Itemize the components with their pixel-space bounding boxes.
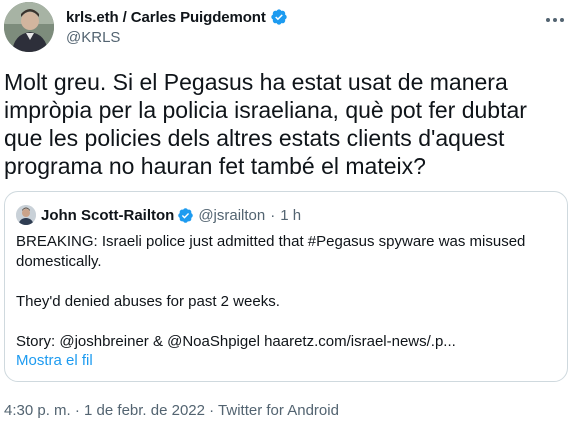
author-name-row: krls.eth / Carles Puigdemont xyxy=(66,8,288,26)
show-thread-link[interactable]: Mostra el fil xyxy=(16,352,93,369)
quoted-line: BREAKING: Israeli police just admitted t… xyxy=(16,233,526,270)
quoted-line: Story: @joshbreiner & @NoaShpigel haaret… xyxy=(16,333,456,350)
author-avatar[interactable] xyxy=(4,2,54,52)
quoted-timestamp: 1 h xyxy=(280,206,302,224)
quoted-tweet-body: BREAKING: Israeli police just admitted t… xyxy=(16,232,556,352)
tweet-header: krls.eth / Carles Puigdemont @KRLS xyxy=(0,0,576,64)
verified-badge-icon xyxy=(178,207,194,223)
tweet-metadata: 4:30 p. m. · 1 de febr. de 2022 · Twitte… xyxy=(4,402,339,419)
tweet-time[interactable]: 4:30 p. m. xyxy=(4,402,71,419)
author-handle[interactable]: @KRLS xyxy=(66,29,288,46)
tweet-text: Molt greu. Si el Pegasus ha estat usat d… xyxy=(4,69,527,179)
tweet-source[interactable]: Twitter for Android xyxy=(218,402,339,419)
quoted-separator: · xyxy=(270,206,276,224)
quoted-tweet-card[interactable]: John Scott-Railton @jsrailton · 1 h BREA… xyxy=(4,191,568,382)
tweet-date[interactable]: 1 de febr. de 2022 xyxy=(84,402,205,419)
quoted-line: They'd denied abuses for past 2 weeks. xyxy=(16,293,280,310)
quoted-author-avatar xyxy=(16,205,36,225)
meta-separator: · xyxy=(204,402,219,419)
author-display-name[interactable]: krls.eth / Carles Puigdemont xyxy=(66,9,266,26)
author-block: krls.eth / Carles Puigdemont @KRLS xyxy=(66,8,288,46)
meta-separator: · xyxy=(70,402,85,419)
more-options-icon[interactable] xyxy=(540,10,570,30)
quoted-tweet-header: John Scott-Railton @jsrailton · 1 h xyxy=(16,205,301,225)
quoted-author-handle: @jsrailton xyxy=(198,206,266,224)
quoted-author-name: John Scott-Railton xyxy=(41,206,175,224)
verified-badge-icon xyxy=(271,9,287,25)
